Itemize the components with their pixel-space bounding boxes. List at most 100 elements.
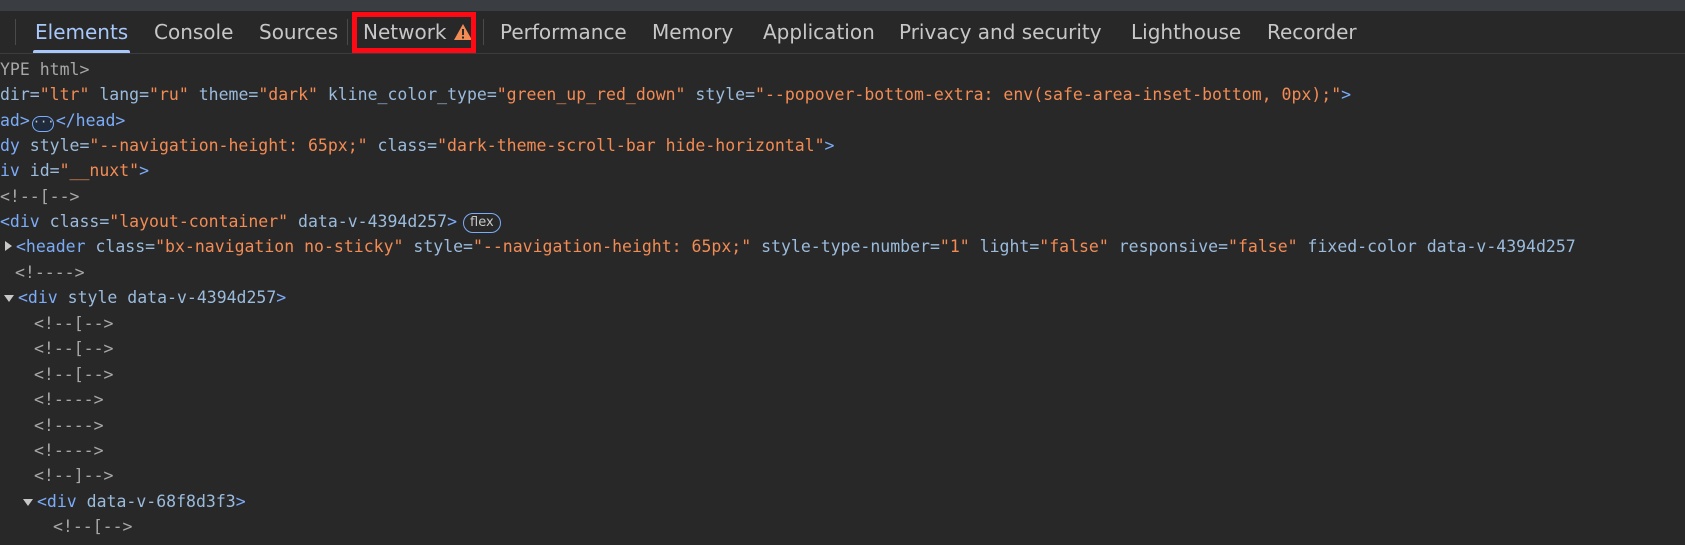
attr-name: data-v-4394d257 xyxy=(288,212,448,231)
dom-node-comment[interactable]: <!----> xyxy=(34,413,104,438)
dom-node-comment[interactable]: <!--[--> xyxy=(34,336,113,361)
comment-text: <!--[--> xyxy=(34,365,114,384)
attr-name: style-type-number= xyxy=(751,237,940,256)
attr-name: kline_color_type= xyxy=(317,85,497,104)
tab-label: Memory xyxy=(652,20,734,44)
tag-close: > xyxy=(235,492,246,511)
tab-label: Privacy and security xyxy=(899,20,1102,44)
dom-node-comment[interactable]: <!--[--> xyxy=(34,311,113,336)
dom-tree: YPE html> dir="ltr" lang="ru" theme="dar… xyxy=(0,54,1685,545)
attr-value: "ltr" xyxy=(39,85,90,104)
attr-name: id= xyxy=(19,161,60,180)
tag-open: ad> xyxy=(0,111,30,130)
dom-node-layout-container[interactable]: <div class="layout-container" data-v-439… xyxy=(0,209,501,234)
tab-label: Network xyxy=(363,20,447,44)
comment-text: <!--[--> xyxy=(34,314,114,333)
warning-icon xyxy=(453,13,473,40)
attr-value: "--navigation-height: 65px;" xyxy=(473,237,752,256)
dom-node-comment[interactable]: <!--]--> xyxy=(34,463,113,488)
dom-node-nuxt[interactable]: iv id="__nuxt"> xyxy=(0,158,149,183)
tab-separator xyxy=(347,19,348,45)
comment-text: <!----> xyxy=(34,441,104,460)
tag-close: </head> xyxy=(55,111,126,130)
tab-label: Recorder xyxy=(1267,20,1357,44)
tab-application[interactable]: Application xyxy=(763,11,875,53)
tag-open: iv xyxy=(0,161,20,180)
attr-name: light= xyxy=(969,237,1040,256)
tab-label: Performance xyxy=(500,20,627,44)
window-top-strip xyxy=(0,0,1685,11)
tag-close: > xyxy=(139,161,150,180)
tag-close: > xyxy=(1341,85,1352,104)
attr-name: lang= xyxy=(89,85,150,104)
comment-text: <!--[--> xyxy=(34,339,114,358)
tag-close: > xyxy=(276,288,287,307)
dom-node-comment[interactable]: <!--[--> xyxy=(53,514,132,539)
dom-node-comment[interactable]: <!--[--> xyxy=(34,362,113,387)
tab-elements[interactable]: Elements xyxy=(33,11,131,53)
dom-node-header[interactable]: <header class="bx-navigation no-sticky" … xyxy=(5,234,1576,259)
dom-node-comment[interactable]: <!----> xyxy=(34,438,104,463)
attr-name: style= xyxy=(403,237,473,256)
attr-name: dir= xyxy=(0,85,40,104)
tag-open: <div xyxy=(0,212,40,231)
tag-open: dy xyxy=(0,136,20,155)
tag-close: > xyxy=(824,136,835,155)
comment-text: <!----> xyxy=(15,263,85,282)
dom-node-body[interactable]: dy style="--navigation-height: 65px;" cl… xyxy=(0,133,834,158)
tab-label: Lighthouse xyxy=(1131,20,1242,44)
attr-name: class= xyxy=(39,212,110,231)
tab-separator xyxy=(15,19,16,45)
attr-name: class= xyxy=(367,136,438,155)
attr-value: "dark-theme-scroll-bar hide-horizontal" xyxy=(437,136,825,155)
attr-value: "false" xyxy=(1228,237,1298,256)
tab-privacy-and-security[interactable]: Privacy and security xyxy=(899,11,1102,53)
comment-text: <!----> xyxy=(34,390,104,409)
comment-text: <!--[--> xyxy=(53,517,133,536)
attr-value: "__nuxt" xyxy=(59,161,140,180)
dom-node-comment[interactable]: <!----> xyxy=(15,260,85,285)
attr-name: style= xyxy=(19,136,90,155)
attr-name: responsive= xyxy=(1108,237,1229,256)
attr-value: "dark" xyxy=(258,85,318,104)
dom-node-div-data-v[interactable]: <div data-v-68f8d3f3> xyxy=(23,489,246,514)
tab-label: Application xyxy=(763,20,875,44)
doctype-text: YPE html> xyxy=(0,60,90,79)
tab-console[interactable]: Console xyxy=(154,11,233,53)
attr-name: class= xyxy=(85,237,156,256)
tag-open: <div xyxy=(37,492,77,511)
tab-performance[interactable]: Performance xyxy=(500,11,627,53)
tab-label: Console xyxy=(154,20,234,44)
tab-recorder[interactable]: Recorder xyxy=(1267,11,1357,53)
tab-sources[interactable]: Sources xyxy=(259,11,338,53)
dom-node-div-style[interactable]: <div style data-v-4394d257> xyxy=(4,285,286,310)
dom-node-head[interactable]: ad> ···</head> xyxy=(0,108,125,133)
dom-node-comment[interactable]: <!----> xyxy=(34,387,104,412)
attr-value: "bx-navigation no-sticky" xyxy=(155,237,404,256)
tag-open: <div xyxy=(18,288,58,307)
tab-memory[interactable]: Memory xyxy=(652,11,733,53)
tab-label: Elements xyxy=(35,20,129,44)
collapsed-ellipsis-icon[interactable]: ··· xyxy=(31,116,55,132)
attr-name: style= xyxy=(685,85,756,104)
attr-value: "1" xyxy=(939,237,970,256)
collapse-triangle-icon[interactable] xyxy=(4,295,14,302)
tab-label: Sources xyxy=(259,20,339,44)
tab-separator xyxy=(483,19,484,45)
dom-node-doctype[interactable]: YPE html> xyxy=(0,57,89,82)
tag-close: > xyxy=(447,212,457,231)
expand-triangle-icon[interactable] xyxy=(5,241,12,251)
comment-text: <!--]--> xyxy=(34,466,114,485)
tab-lighthouse[interactable]: Lighthouse xyxy=(1131,11,1241,53)
collapse-triangle-icon[interactable] xyxy=(23,499,33,506)
attr-value: "ru" xyxy=(149,85,189,104)
attr-value: "--navigation-height: 65px;" xyxy=(89,136,368,155)
attr-value: "--popover-bottom-extra: env(safe-area-i… xyxy=(755,85,1342,104)
dom-node-comment[interactable]: <!--[--> xyxy=(0,184,79,209)
tab-network[interactable]: Network xyxy=(363,11,473,53)
flex-badge[interactable]: flex xyxy=(463,213,501,233)
attr-name: fixed-color data-v-4394d257 xyxy=(1297,237,1576,256)
attr-name: data-v-68f8d3f3 xyxy=(76,492,236,511)
active-tab-indicator xyxy=(33,50,131,53)
dom-node-html[interactable]: dir="ltr" lang="ru" theme="dark" kline_c… xyxy=(0,82,1351,107)
